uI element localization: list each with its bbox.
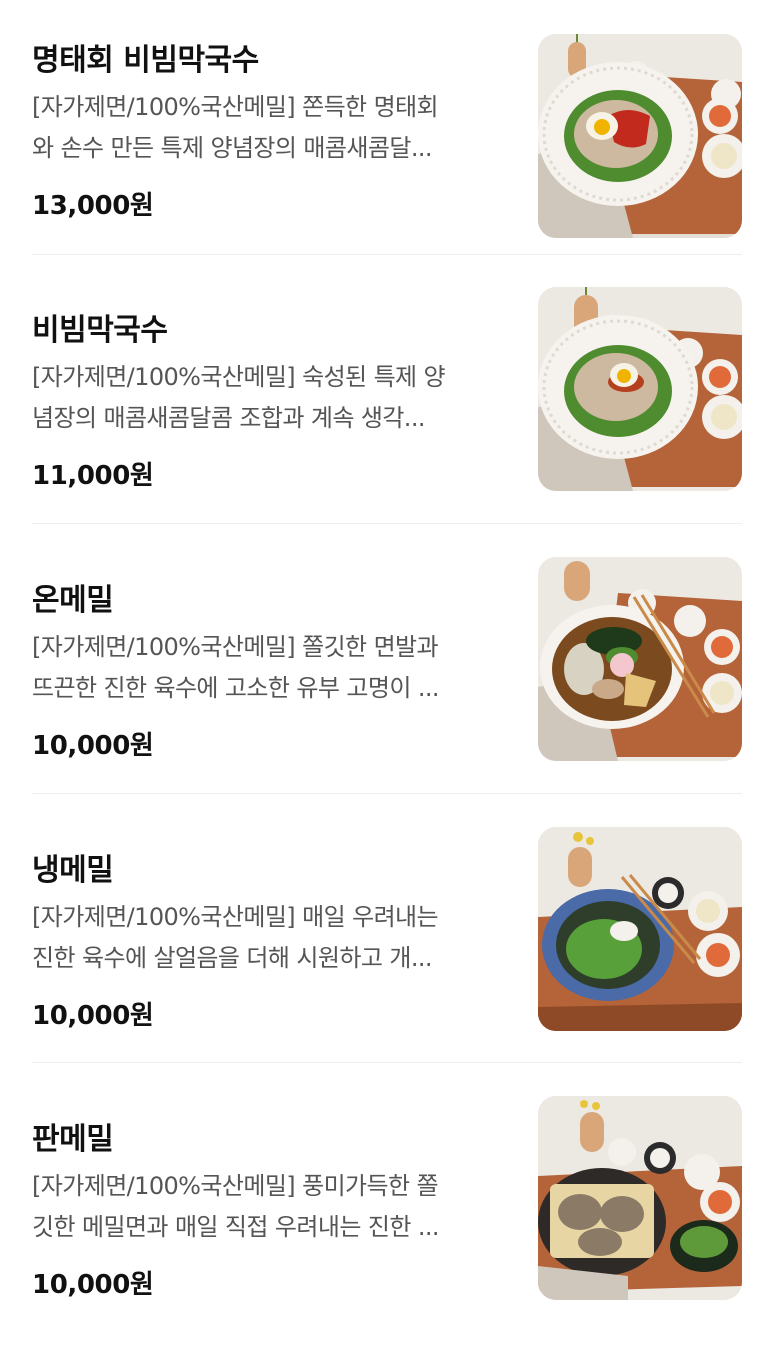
menu-item-photo <box>538 287 742 491</box>
menu-item-price: 10,000원 <box>32 1270 154 1300</box>
menu-item-description-line: 진한 육수에 살얼음을 더해 시원하고 개... <box>32 944 433 972</box>
menu-item-photo <box>538 1096 742 1300</box>
menu-item-description: [자가제면/100%국산메밀] 쫀득한 명태회 와 손수 만든 특제 양념장의 … <box>32 87 510 169</box>
menu-item-description: [자가제면/100%국산메밀] 숙성된 특제 양 념장의 매콤새콤달콤 조합과 … <box>32 357 510 439</box>
menu-item-name: 비빔막국수 <box>32 313 168 348</box>
menu-item-price: 10,000원 <box>32 731 154 761</box>
divider <box>32 254 742 255</box>
divider <box>32 1062 742 1063</box>
menu-item-description-line: [자가제면/100%국산메밀] 쫀득한 명태회 <box>32 93 439 121</box>
menu-item-description-line: [자가제면/100%국산메밀] 매일 우려내는 <box>32 903 439 931</box>
food-photo-image <box>538 34 742 238</box>
food-photo-image <box>538 287 742 491</box>
menu-item-description-line: 념장의 매콤새콤달콤 조합과 계속 생각... <box>32 404 425 432</box>
divider <box>32 523 742 524</box>
divider <box>32 793 742 794</box>
menu-item-description-line: [자가제면/100%국산메밀] 풍미가득한 쫄 <box>32 1172 439 1200</box>
menu-item-photo <box>538 827 742 1031</box>
menu-item-description-line: [자가제면/100%국산메밀] 쫄깃한 면발과 <box>32 633 439 661</box>
food-photo-image <box>538 1096 742 1300</box>
menu-item-panmemil[interactable]: 판메밀 [자가제면/100%국산메밀] 풍미가득한 쫄 깃한 메밀면과 매일 직… <box>0 1096 773 1366</box>
menu-item-description: [자가제면/100%국산메밀] 매일 우려내는 진한 육수에 살얼음을 더해 시… <box>32 897 510 979</box>
menu-item-description: [자가제면/100%국산메밀] 풍미가득한 쫄 깃한 메밀면과 매일 직접 우려… <box>32 1166 510 1248</box>
menu-item-description-line: 뜨끈한 진한 육수에 고소한 유부 고명이 ... <box>32 674 440 702</box>
menu-item-naengmemil[interactable]: 냉메밀 [자가제면/100%국산메밀] 매일 우려내는 진한 육수에 살얼음을 … <box>0 827 773 1097</box>
food-photo-image <box>538 557 742 761</box>
menu-item-name: 명태회 비빔막국수 <box>32 43 259 78</box>
food-photo-image <box>538 827 742 1031</box>
menu-item-bibim-makguksu[interactable]: 비빔막국수 [자가제면/100%국산메밀] 숙성된 특제 양 념장의 매콤새콤달… <box>0 287 773 557</box>
menu-item-myeongtae-bibim-makguksu[interactable]: 명태회 비빔막국수 [자가제면/100%국산메밀] 쫀득한 명태회 와 손수 만… <box>0 17 773 287</box>
menu-item-description-line: [자가제면/100%국산메밀] 숙성된 특제 양 <box>32 363 446 391</box>
menu-item-photo <box>538 34 742 238</box>
menu-item-price: 13,000원 <box>32 191 154 221</box>
menu-item-name: 판메밀 <box>32 1122 114 1157</box>
menu-item-photo <box>538 557 742 761</box>
menu-item-description: [자가제면/100%국산메밀] 쫄깃한 면발과 뜨끈한 진한 육수에 고소한 유… <box>32 627 510 709</box>
menu-item-name: 온메밀 <box>32 583 114 618</box>
menu-item-price: 11,000원 <box>32 461 154 491</box>
menu-item-onmemil[interactable]: 온메밀 [자가제면/100%국산메밀] 쫄깃한 면발과 뜨끈한 진한 육수에 고… <box>0 557 773 827</box>
menu-item-description-line: 와 손수 만든 특제 양념장의 매콤새콤달... <box>32 134 433 162</box>
menu-item-name: 냉메밀 <box>32 853 114 888</box>
menu-item-description-line: 깃한 메밀면과 매일 직접 우려내는 진한 ... <box>32 1213 440 1241</box>
menu-item-price: 10,000원 <box>32 1001 154 1031</box>
